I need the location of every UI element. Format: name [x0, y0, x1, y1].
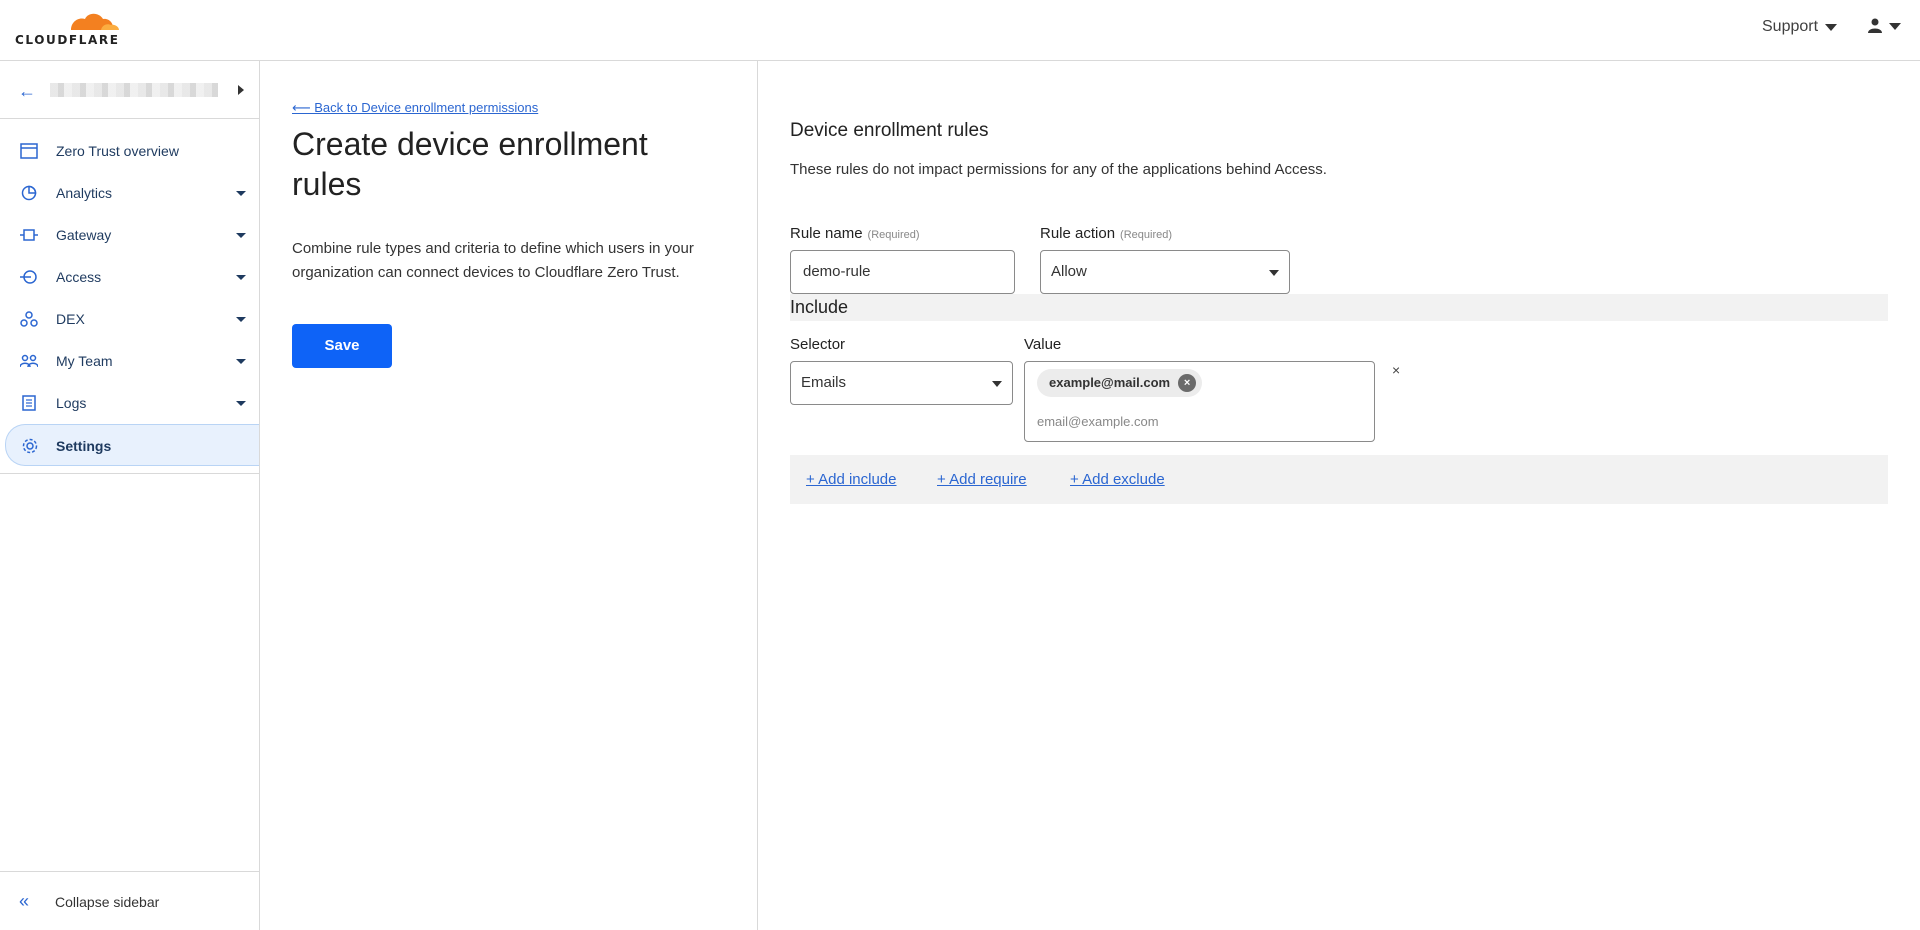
sidebar-item-label: Access: [56, 269, 102, 285]
rule-name-label-text: Rule name: [790, 225, 863, 242]
required-hint: (Required): [867, 229, 920, 241]
cloudflare-logo[interactable]: CLOUDFLARE: [15, 8, 125, 48]
user-menu[interactable]: [1868, 18, 1901, 34]
selector-label: Selector: [790, 336, 846, 353]
add-rule-bar: + Add include + Add require + Add exclud…: [790, 455, 1888, 504]
account-name-redacted: [50, 83, 218, 97]
chevron-down-icon: [236, 317, 246, 322]
chevron-down-icon: [236, 233, 246, 238]
sidebar-nav: Zero Trust overview Analytics Gateway Ac…: [0, 130, 259, 466]
rule-name-label: Rule name (Required): [790, 225, 920, 242]
sidebar-item-label: Analytics: [56, 185, 113, 201]
collapse-sidebar-label: Collapse sidebar: [55, 894, 160, 910]
sidebar-item-analytics[interactable]: Analytics: [0, 172, 259, 214]
page-intro-pane: ⟵ Back to Device enrollment permissions …: [261, 61, 758, 930]
logs-icon: [22, 395, 36, 411]
sidebar-item-zero-trust-overview[interactable]: Zero Trust overview: [0, 130, 259, 172]
gear-icon: [22, 438, 38, 454]
collapse-sidebar-button[interactable]: « Collapse sidebar: [0, 871, 259, 930]
back-arrow-icon[interactable]: ←: [18, 81, 36, 102]
access-icon: [20, 270, 37, 284]
dex-icon: [20, 311, 38, 327]
sidebar-divider: [0, 473, 259, 474]
analytics-icon: [21, 185, 37, 201]
team-icon: [20, 354, 38, 368]
chevron-down-icon: [992, 381, 1002, 387]
rule-action-label-text: Rule action: [1040, 225, 1116, 242]
double-chevron-left-icon: «: [19, 891, 30, 911]
sidebar-item-label: DEX: [56, 311, 85, 327]
sidebar: ← Zero Trust overview Analytics Gateway …: [0, 61, 260, 930]
email-chip: example@mail.com ×: [1037, 369, 1203, 397]
add-exclude-link[interactable]: + Add exclude: [1070, 471, 1165, 488]
sidebar-item-gateway[interactable]: Gateway: [0, 214, 259, 256]
value-input[interactable]: example@mail.com × email@example.com: [1024, 361, 1375, 442]
chevron-down-icon: [236, 401, 246, 406]
chevron-down-icon: [236, 191, 246, 196]
rule-action-select[interactable]: Allow: [1040, 250, 1290, 294]
sidebar-item-label: Gateway: [56, 227, 112, 243]
sidebar-item-label: My Team: [56, 353, 113, 369]
chevron-right-icon: [238, 85, 244, 95]
account-switcher[interactable]: ←: [0, 61, 259, 119]
add-require-link[interactable]: + Add require: [937, 471, 1027, 488]
page-description: Combine rule types and criteria to defin…: [292, 240, 694, 281]
chevron-down-icon: [1889, 22, 1901, 30]
rule-action-value: Allow: [1051, 263, 1087, 280]
support-label: Support: [1762, 18, 1819, 35]
gateway-icon: [20, 229, 38, 241]
overview-icon: [20, 143, 38, 159]
sidebar-item-settings[interactable]: Settings: [5, 424, 259, 466]
selector-select[interactable]: Emails: [790, 361, 1013, 405]
sidebar-item-logs[interactable]: Logs: [0, 382, 259, 424]
top-bar: CLOUDFLARE Support: [0, 0, 1920, 61]
include-section-header: Include: [790, 294, 1888, 321]
remove-chip-icon[interactable]: ×: [1178, 374, 1197, 392]
chevron-down-icon: [1825, 23, 1838, 31]
add-include-link[interactable]: + Add include: [806, 471, 897, 488]
value-label: Value: [1024, 336, 1062, 353]
sidebar-item-label: Zero Trust overview: [56, 143, 179, 159]
logo-wordmark: CLOUDFLARE: [15, 33, 120, 47]
section-title: Device enrollment rules: [790, 120, 989, 141]
rule-form: Device enrollment rules These rules do n…: [759, 61, 1920, 930]
user-icon: [1868, 18, 1882, 33]
back-to-permissions-link[interactable]: ⟵ Back to Device enrollment permissions: [292, 100, 538, 116]
rule-name-input[interactable]: demo-rule: [790, 250, 1015, 294]
rule-action-label: Rule action (Required): [1040, 225, 1172, 242]
sidebar-item-label: Settings: [56, 438, 112, 454]
remove-rule-icon[interactable]: ×: [1392, 362, 1400, 378]
sidebar-item-label: Logs: [56, 395, 87, 411]
save-button[interactable]: Save: [292, 324, 392, 368]
chevron-down-icon: [1269, 270, 1279, 276]
selector-value: Emails: [801, 374, 847, 391]
chevron-down-icon: [236, 275, 246, 280]
required-hint: (Required): [1120, 229, 1173, 241]
support-menu[interactable]: Support: [1762, 18, 1838, 36]
chevron-down-icon: [236, 359, 246, 364]
section-description: These rules do not impact permissions fo…: [790, 161, 1327, 178]
value-placeholder[interactable]: email@example.com: [1037, 414, 1159, 429]
sidebar-item-dex[interactable]: DEX: [0, 298, 259, 340]
page-title: Create device enrollment rules: [292, 126, 648, 202]
email-chip-text: example@mail.com: [1049, 375, 1171, 390]
include-label: Include: [790, 297, 849, 317]
sidebar-item-access[interactable]: Access: [0, 256, 259, 298]
sidebar-item-my-team[interactable]: My Team: [0, 340, 259, 382]
